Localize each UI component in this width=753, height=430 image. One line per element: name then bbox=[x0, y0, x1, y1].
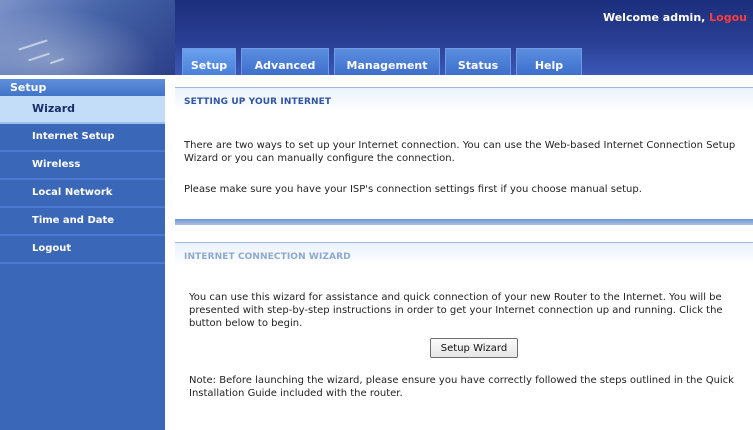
tab-setup[interactable]: Setup bbox=[182, 48, 236, 75]
wizard-description: You can use this wizard for assistance a… bbox=[189, 292, 723, 329]
header-logout-link[interactable]: Logou bbox=[709, 11, 747, 24]
sidebar-item-wizard[interactable]: Wizard bbox=[0, 96, 165, 124]
header-logo-art bbox=[0, 0, 175, 75]
section-divider bbox=[175, 219, 753, 225]
section-title-setting-up: SETTING UP YOUR INTERNET bbox=[184, 97, 332, 107]
sidebar-item-logout[interactable]: Logout bbox=[0, 236, 165, 264]
tab-help[interactable]: Help bbox=[516, 48, 582, 75]
sidebar-item-local-network[interactable]: Local Network bbox=[0, 180, 165, 208]
sidebar: Setup Wizard Internet Setup Wireless Loc… bbox=[0, 75, 165, 430]
main-content: SETTING UP YOUR INTERNET There are two w… bbox=[175, 87, 753, 430]
tab-advanced[interactable]: Advanced bbox=[241, 48, 329, 75]
tab-management[interactable]: Management bbox=[334, 48, 440, 75]
sidebar-item-internet-setup[interactable]: Internet Setup bbox=[0, 124, 165, 152]
sidebar-item-wireless[interactable]: Wireless bbox=[0, 152, 165, 180]
welcome-text: Welcome admin, bbox=[602, 11, 710, 24]
intro-paragraph: There are two ways to set up your Intern… bbox=[184, 140, 736, 164]
setup-wizard-button[interactable]: Setup Wizard bbox=[430, 338, 518, 358]
sidebar-title: Setup bbox=[0, 79, 165, 96]
welcome-message: Welcome admin, Logou bbox=[603, 11, 747, 24]
top-tab-bar: Setup Advanced Management Status Help bbox=[182, 46, 582, 75]
section-header-internet: SETTING UP YOUR INTERNET bbox=[175, 87, 753, 111]
section-header-wizard: INTERNET CONNECTION WIZARD bbox=[175, 242, 753, 266]
header-banner: Welcome admin, Logou Setup Advanced Mana… bbox=[0, 0, 753, 75]
section-title-wizard: INTERNET CONNECTION WIZARD bbox=[184, 252, 351, 262]
sidebar-item-time-and-date[interactable]: Time and Date bbox=[0, 208, 165, 236]
wizard-note: Note: Before launching the wizard, pleas… bbox=[189, 375, 734, 399]
isp-note-paragraph: Please make sure you have your ISP's con… bbox=[184, 184, 642, 195]
tab-status[interactable]: Status bbox=[445, 48, 511, 75]
